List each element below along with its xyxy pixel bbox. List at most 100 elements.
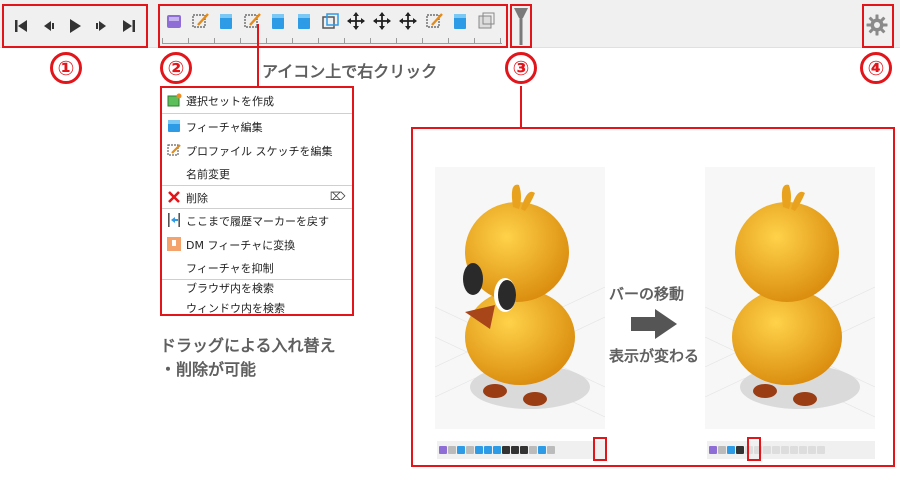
menu-item-create-selection-set[interactable]: 選択セットを作成: [162, 90, 352, 110]
feature-move-button[interactable]: [396, 9, 420, 33]
timeline-tick: [448, 38, 449, 43]
extrude-icon: [272, 14, 284, 29]
callout-number-1: ①: [50, 52, 82, 84]
duck-model-front: [435, 184, 605, 418]
step-back-button[interactable]: [37, 15, 59, 37]
menu-separator: [162, 208, 352, 209]
go-to-end-button[interactable]: [118, 15, 140, 37]
drag-label-line2: ・削除が可能: [160, 360, 257, 379]
feature-extrude-button[interactable]: [214, 9, 238, 33]
callout-number-2: ②: [160, 52, 192, 84]
connector-line-3: [520, 86, 522, 127]
go-to-start-button[interactable]: [10, 15, 32, 37]
step-back-icon: [44, 21, 55, 31]
menu-item-rename[interactable]: 名前変更: [162, 163, 352, 183]
sketch-icon: [244, 13, 261, 28]
drag-label-line1: ドラッグによる入れ替え: [160, 336, 336, 355]
selection-set-icon: [167, 93, 182, 107]
timeline-tick: [500, 38, 501, 43]
right-arrow-icon: [631, 309, 677, 339]
go-to-start-icon: [15, 20, 28, 32]
timeline-tick: [370, 38, 371, 43]
timeline-tick: [474, 38, 475, 43]
play-icon: [69, 19, 81, 33]
timeline-tick: [396, 38, 397, 43]
component-icon: [167, 15, 181, 28]
timeline-tick: [318, 38, 319, 43]
edit-feature-icon: [168, 120, 180, 132]
edit-sketch-icon: [167, 144, 181, 156]
timeline-tick: [292, 38, 293, 43]
timeline-tick: [422, 38, 423, 43]
move-icon: [347, 12, 365, 30]
mini-timeline-before: [437, 441, 605, 459]
menu-item-delete[interactable]: 削除 ⌦: [162, 187, 352, 207]
timeline-tick: [240, 38, 241, 43]
menu-item-find-in-browser[interactable]: ブラウザ内を検索: [162, 277, 352, 297]
mini-marker-after: [747, 437, 761, 461]
extrude-icon: [454, 14, 466, 29]
callout-number-4: ④: [860, 52, 892, 84]
move-bar-label: バーの移動: [609, 285, 685, 303]
step-forward-icon: [95, 21, 106, 31]
convert-icon: [167, 237, 181, 251]
delete-icon: [168, 191, 180, 203]
scene-after: [705, 167, 875, 429]
delete-shortcut-icon: ⌦: [330, 190, 346, 203]
feature-sketch-button[interactable]: [188, 9, 212, 33]
marker-effect-panel: バーの移動 表示が変わる: [411, 127, 895, 467]
feature-move-button[interactable]: [370, 9, 394, 33]
feature-extrude-button[interactable]: [292, 9, 316, 33]
timeline-tick: [344, 38, 345, 43]
feature-move-button[interactable]: [344, 9, 368, 33]
connector-line: [257, 24, 259, 86]
move-icon: [373, 12, 391, 30]
feature-component-button[interactable]: [162, 9, 186, 33]
feature-sketch-button[interactable]: [422, 9, 446, 33]
settings-button[interactable]: [862, 6, 892, 44]
gear-icon: [866, 14, 888, 36]
callout-number-3: ③: [505, 52, 537, 84]
move-icon: [399, 12, 417, 30]
timeline-ticks: [162, 36, 502, 44]
body-icon: [478, 12, 495, 29]
sketch-icon: [426, 13, 443, 28]
menu-item-roll-back-marker[interactable]: ここまで履歴マーカーを戻す: [162, 210, 352, 230]
extrude-icon: [298, 14, 310, 29]
step-forward-button[interactable]: [91, 15, 113, 37]
timeline-tick: [162, 38, 163, 43]
timeline-tick: [266, 38, 267, 43]
feature-icon-row: [162, 9, 498, 33]
timeline-tick: [188, 38, 189, 43]
feature-extrude-button[interactable]: [448, 9, 472, 33]
mini-marker-before: [593, 437, 607, 461]
feature-sketch-button[interactable]: [240, 9, 264, 33]
feature-extrude-button[interactable]: [266, 9, 290, 33]
feature-timeline: [158, 4, 508, 48]
menu-item-edit-profile-sketch[interactable]: プロファイル スケッチを編集: [162, 140, 352, 160]
duck-model-back: [705, 184, 875, 418]
menu-item-edit-feature[interactable]: フィーチャ編集: [162, 116, 352, 136]
menu-item-convert-dm-feature[interactable]: DM フィーチャに変換: [162, 234, 352, 254]
roll-back-icon: [168, 213, 180, 227]
mini-timeline-after: [707, 441, 875, 459]
sketch-icon: [192, 13, 209, 28]
display-changes-label: 表示が変わる: [609, 347, 700, 365]
menu-separator: [162, 113, 352, 114]
extrude-icon: [220, 14, 232, 29]
play-button[interactable]: [64, 15, 86, 37]
menu-separator: [162, 185, 352, 186]
go-to-end-icon: [122, 20, 135, 32]
feature-body-button[interactable]: [474, 9, 498, 33]
shell-icon: [322, 13, 339, 29]
history-marker[interactable]: [510, 4, 532, 48]
timeline-tick: [214, 38, 215, 43]
history-marker-icon: [514, 8, 528, 45]
feature-shell-button[interactable]: [318, 9, 342, 33]
menu-item-suppress-feature[interactable]: フィーチャを抑制: [162, 257, 352, 277]
right-click-label: アイコン上で右クリック: [262, 62, 438, 81]
scene-before: [435, 167, 605, 429]
menu-item-find-in-window[interactable]: ウィンドウ内を検索: [162, 297, 352, 317]
context-menu: 選択セットを作成 フィーチャ編集 プロファイル スケッチを編集 名前変更 削除 …: [160, 86, 354, 316]
playback-controls: [2, 4, 148, 48]
